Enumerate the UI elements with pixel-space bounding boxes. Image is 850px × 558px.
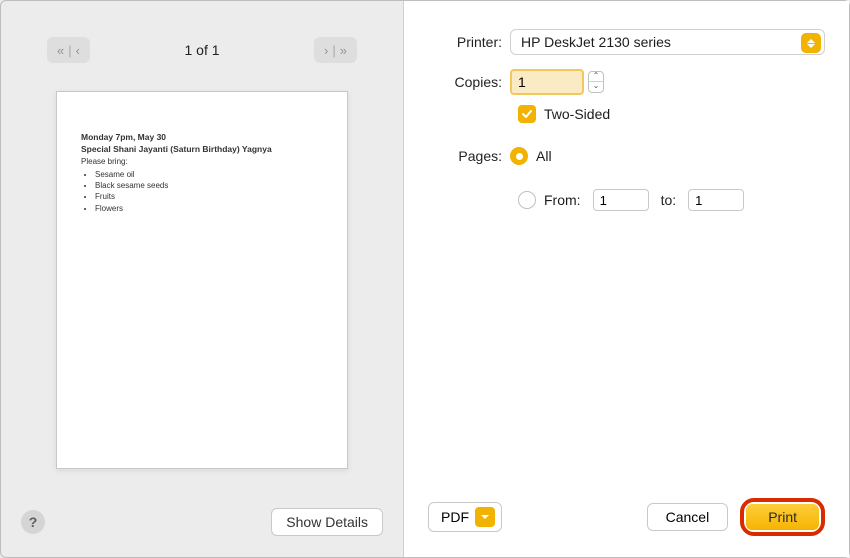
pages-all-radio[interactable] (510, 147, 528, 165)
two-sided-checkbox[interactable] (518, 105, 536, 123)
up-down-icon (801, 33, 821, 53)
pages-range-row: From: to: (518, 189, 825, 211)
last-page-icon: » (340, 43, 347, 58)
chevron-down-icon (475, 507, 495, 527)
two-sided-row: Two-Sided (518, 105, 825, 123)
pages-from-input[interactable] (593, 189, 649, 211)
preview-title-1: Monday 7pm, May 30 (81, 132, 323, 144)
settings-footer: PDF Cancel Print (428, 493, 825, 541)
preview-list-item: Fruits (95, 191, 323, 202)
check-icon (521, 108, 533, 120)
stepper-down-icon[interactable]: ⌄ (589, 82, 603, 92)
print-dialog: « | ‹ 1 of 1 › | » Monday 7pm, May 30 Sp… (0, 0, 850, 558)
first-page-icon: « (57, 43, 64, 58)
pages-from-radio[interactable] (518, 191, 536, 209)
pages-to-input[interactable] (688, 189, 744, 211)
preview-list-item: Black sesame seeds (95, 180, 323, 191)
pdf-menu-button[interactable]: PDF (428, 502, 502, 532)
preview-list-item: Flowers (95, 203, 323, 214)
printer-row: Printer: HP DeskJet 2130 series (428, 29, 825, 55)
copies-input[interactable] (510, 69, 584, 95)
copies-label: Copies: (428, 74, 510, 90)
printer-select[interactable]: HP DeskJet 2130 series (510, 29, 825, 55)
two-sided-label: Two-Sided (544, 106, 610, 122)
pdf-button-label: PDF (441, 509, 469, 525)
pages-all-label: All (536, 148, 552, 164)
printer-selected-value: HP DeskJet 2130 series (521, 34, 671, 50)
page-indicator: 1 of 1 (184, 42, 219, 58)
page-nav-row: « | ‹ 1 of 1 › | » (1, 1, 403, 71)
preview-list-item: Sesame oil (95, 169, 323, 180)
pages-from-label: From: (544, 192, 581, 208)
prev-page-buttons[interactable]: « | ‹ (47, 37, 90, 63)
pages-to-label: to: (661, 192, 677, 208)
preview-list: Sesame oil Black sesame seeds Fruits Flo… (81, 169, 323, 214)
show-details-button[interactable]: Show Details (271, 508, 383, 536)
print-button-highlight: Print (740, 498, 825, 536)
page-preview: Monday 7pm, May 30 Special Shani Jayanti… (56, 91, 348, 469)
printer-label: Printer: (428, 34, 510, 50)
pages-label: Pages: (428, 148, 510, 164)
preview-footer: ? Show Details (1, 487, 403, 557)
print-button[interactable]: Print (746, 504, 819, 530)
prev-page-icon: ‹ (76, 43, 80, 58)
next-page-icon: › (324, 43, 328, 58)
cancel-button[interactable]: Cancel (647, 503, 729, 531)
help-button[interactable]: ? (21, 510, 45, 534)
settings-pane: Printer: HP DeskJet 2130 series Copies: … (403, 1, 849, 557)
preview-please-bring: Please bring: (81, 156, 323, 167)
preview-title-2: Special Shani Jayanti (Saturn Birthday) … (81, 144, 323, 156)
preview-pane: « | ‹ 1 of 1 › | » Monday 7pm, May 30 Sp… (1, 1, 403, 557)
copies-row: Copies: ⌃ ⌄ (428, 69, 825, 95)
pages-row: Pages: All (428, 147, 825, 165)
next-page-buttons[interactable]: › | » (314, 37, 357, 63)
copies-stepper[interactable]: ⌃ ⌄ (588, 71, 604, 93)
